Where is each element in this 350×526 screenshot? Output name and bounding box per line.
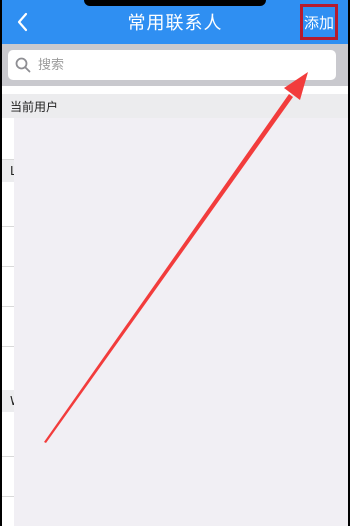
search-dim-overlay[interactable] [14,118,350,526]
section-header-current-user: 当前用户 [0,94,350,118]
search-input[interactable] [36,56,320,74]
page-title: 常用联系人 [127,13,223,34]
section-header-l: L [0,160,17,182]
section-header-w: W [0,390,22,412]
nav-bar: 常用联系人 添加 [0,0,350,44]
list-divider [0,306,14,307]
list-divider [0,496,14,497]
list-divider [0,456,14,457]
list-divider [0,346,14,347]
search-box[interactable] [8,50,336,80]
chevron-left-icon [17,12,28,32]
back-button[interactable] [6,6,40,38]
search-icon [15,57,31,73]
screen-edge-left [0,0,2,526]
list-divider [0,266,14,267]
search-bar [0,44,350,86]
list-divider [0,226,14,227]
add-button[interactable]: 添加 [300,4,338,40]
